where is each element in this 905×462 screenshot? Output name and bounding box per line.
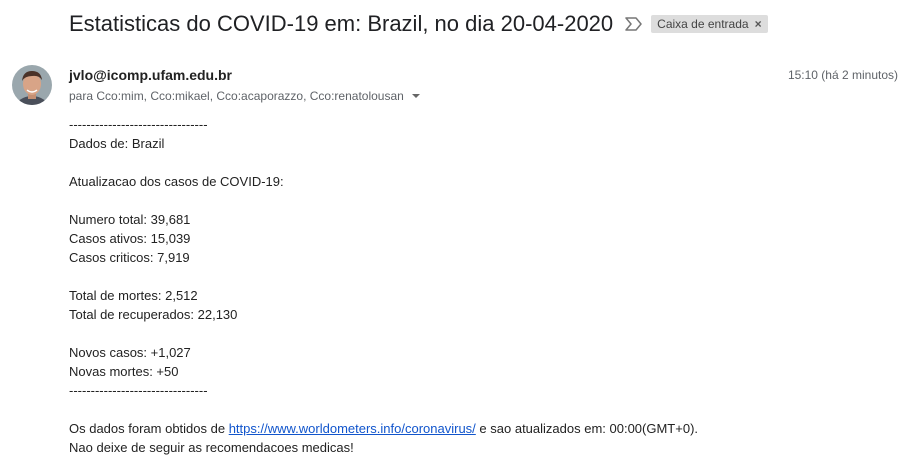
fonte-line: Os dados foram obtidos de https://www.wo… [69, 419, 698, 438]
separator-line: -------------------------------- [69, 383, 208, 398]
sender-address[interactable]: jvlo@icomp.ufam.edu.br [69, 67, 232, 83]
avatar[interactable] [12, 65, 52, 105]
timestamp: 15:10 (há 2 minutos) [787, 68, 898, 82]
recipients-line[interactable]: para Cco:mim, Cco:mikael, Cco:acaporazzo… [69, 89, 420, 103]
separator-line: -------------------------------- [69, 117, 208, 132]
recomendacao-line: Nao deixe de seguir as recomendacoes med… [69, 440, 354, 455]
numero-total-line: Numero total: 39,681 [69, 212, 191, 227]
label-chip-text: Caixa de entrada [657, 17, 749, 31]
caret-down-icon[interactable] [411, 94, 420, 98]
casos-ativos-line: Casos ativos: 15,039 [69, 231, 191, 246]
worldometers-link[interactable]: https://www.worldometers.info/coronaviru… [229, 421, 476, 436]
total-mortes-line: Total de mortes: 2,512 [69, 288, 198, 303]
email-body: -------------------------------- Dados d… [69, 115, 698, 457]
subject-row: Estatisticas do COVID-19 em: Brazil, no … [69, 9, 768, 39]
fonte-suffix: e sao atualizados em: 00:00(GMT+0). [475, 421, 699, 436]
novos-casos-line: Novos casos: +1,027 [69, 345, 191, 360]
atualizacao-line: Atualizacao dos casos de COVID-19: [69, 174, 284, 189]
casos-criticos-line: Casos criticos: 7,919 [69, 250, 190, 265]
novas-mortes-line: Novas mortes: +50 [69, 364, 179, 379]
label-chip-inbox[interactable]: Caixa de entrada × [651, 15, 768, 33]
recipients-text: para Cco:mim, Cco:mikael, Cco:acaporazzo… [69, 89, 404, 103]
total-recuperados-line: Total de recuperados: 22,130 [69, 307, 238, 322]
email-subject: Estatisticas do COVID-19 em: Brazil, no … [69, 11, 614, 36]
remove-label-icon[interactable]: × [755, 17, 762, 31]
dados-line: Dados de: Brazil [69, 136, 165, 151]
importance-marker-icon[interactable] [625, 17, 642, 31]
fonte-prefix: Os dados foram obtidos de [69, 421, 229, 436]
